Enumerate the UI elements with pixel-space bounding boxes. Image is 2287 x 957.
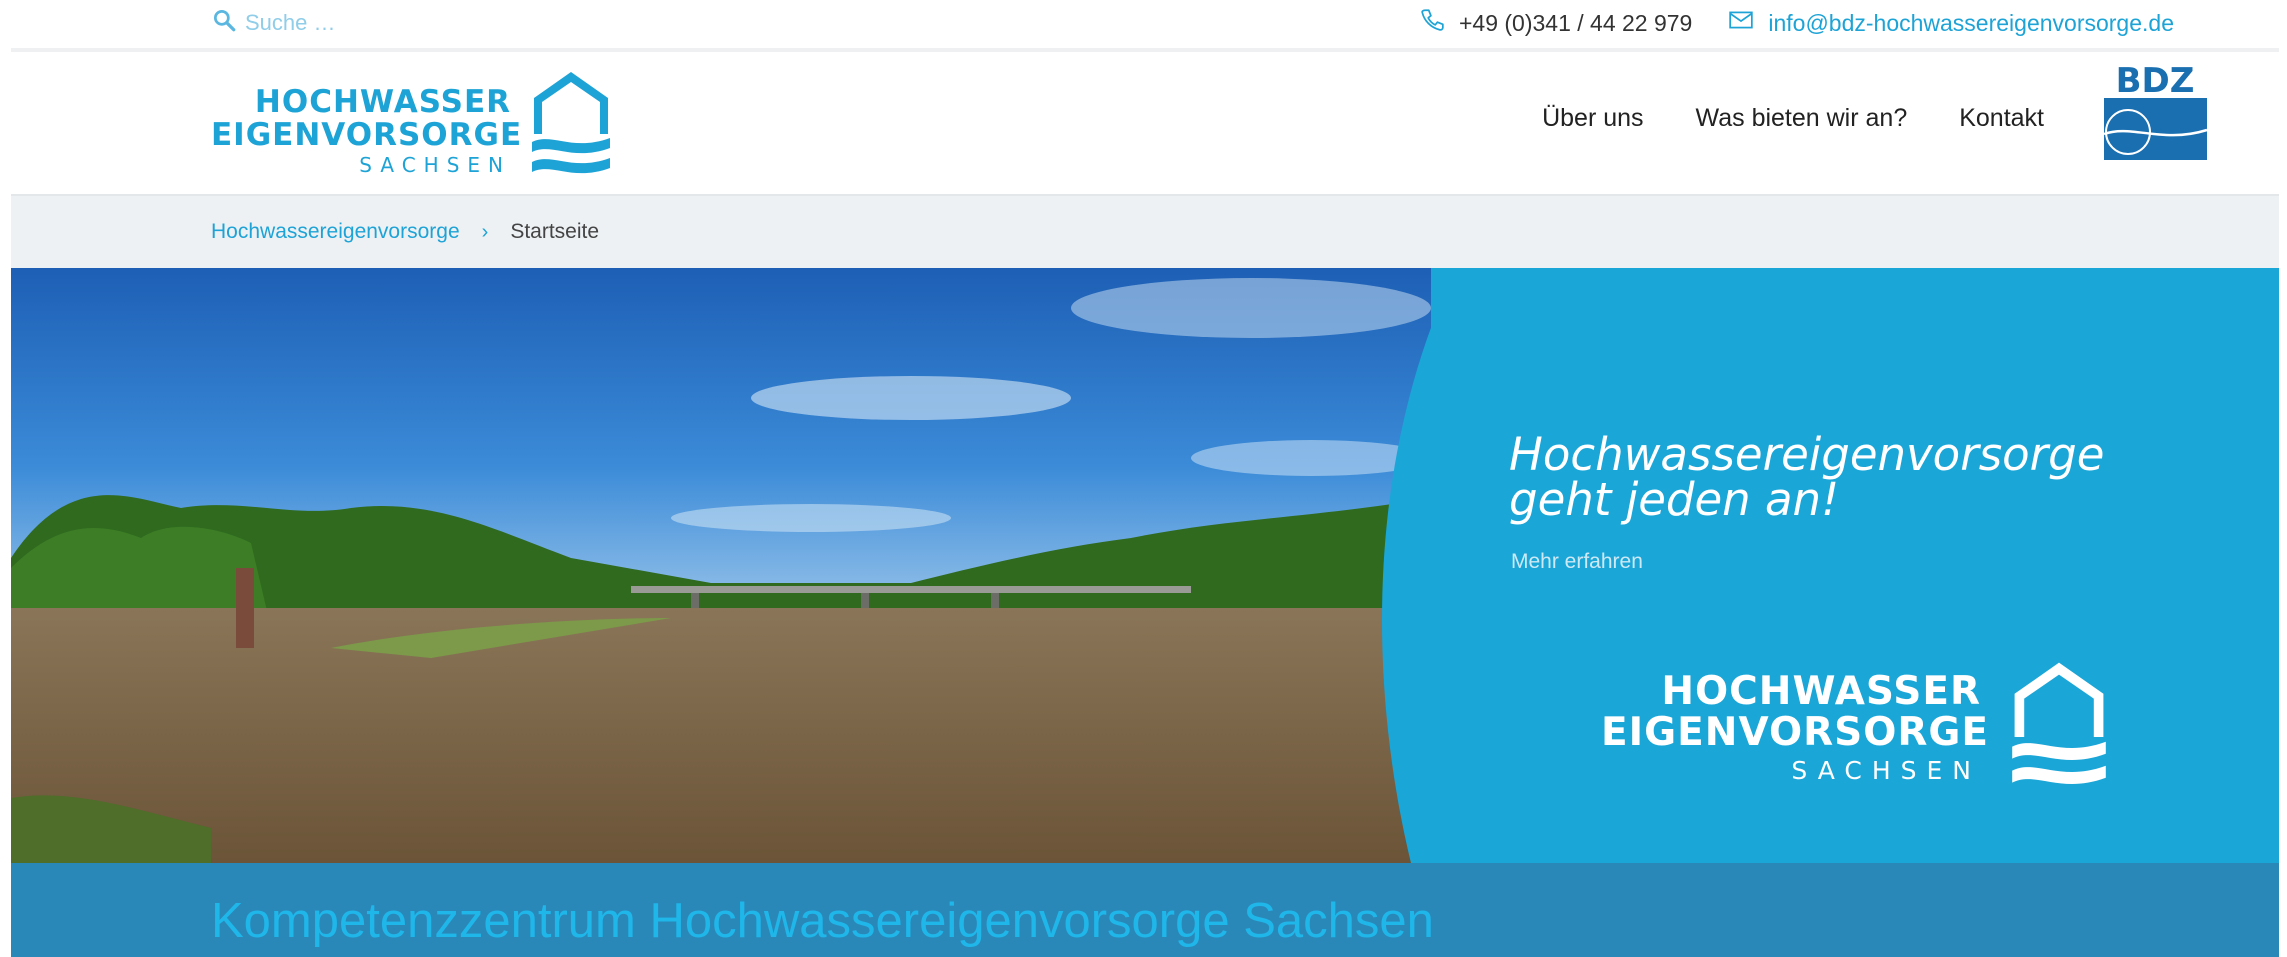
breadcrumb-separator: › [481,220,489,243]
email-address: info@bdz-hochwassereigenvorsorge.de [1768,9,2174,36]
nav-item-angebot[interactable]: Was bieten wir an? [1696,104,1908,133]
hero-logo-wordmark: HOCHWASSER EIGENVORSORGE SACHSEN [1601,669,1990,785]
search-input[interactable]: Suche … [245,10,336,36]
search-icon[interactable] [211,7,237,39]
search-field[interactable]: Suche … [211,6,336,40]
main-nav: Über uns Was bieten wir an? Kontakt [1542,104,2044,133]
top-bar: Suche … +49 (0)341 / 44 22 979 info@bdz-… [11,0,2279,48]
contact-info: +49 (0)341 / 44 22 979 info@bdz-hochwass… [1419,6,2174,40]
nav-item-ueber-uns[interactable]: Über uns [1542,104,1643,133]
hero-more-link[interactable]: Mehr erfahren [1511,550,1643,574]
breadcrumb-home[interactable]: Hochwassereigenvorsorge [211,220,460,244]
site-header: HOCHWASSER EIGENVORSORGE SACHSEN Über un… [11,52,2279,194]
breadcrumb-current: Startseite [510,220,600,243]
mail-icon [1728,7,1754,39]
hero-logo: HOCHWASSER EIGENVORSORGE SACHSEN [1601,656,2141,806]
phone-link[interactable]: +49 (0)341 / 44 22 979 [1419,7,1692,39]
email-link[interactable]: info@bdz-hochwassereigenvorsorge.de [1728,7,2174,39]
bdz-logo[interactable]: BDZ [2102,62,2209,162]
svg-text:BDZ: BDZ [2116,62,2195,101]
house-wave-icon [2012,662,2106,785]
phone-number: +49 (0)341 / 44 22 979 [1458,9,1693,36]
phone-icon [1419,7,1445,39]
breadcrumb: Hochwassereigenvorsorge › Startseite [11,194,2279,268]
title-band: Kompetenzzentrum Hochwassereigenvorsorge… [11,863,2279,957]
logo-wordmark: HOCHWASSER EIGENVORSORGE SACHSEN [211,84,523,178]
hero-headline: Hochwassereigenvorsorge geht jeden an! [1509,428,2105,526]
hero-banner: Hochwassereigenvorsorge geht jeden an! M… [11,268,2279,863]
house-wave-icon [532,72,610,174]
site-logo[interactable]: HOCHWASSER EIGENVORSORGE SACHSEN [211,68,631,188]
page-title: Kompetenzzentrum Hochwassereigenvorsorge… [211,894,1434,948]
nav-item-kontakt[interactable]: Kontakt [1959,104,2044,133]
